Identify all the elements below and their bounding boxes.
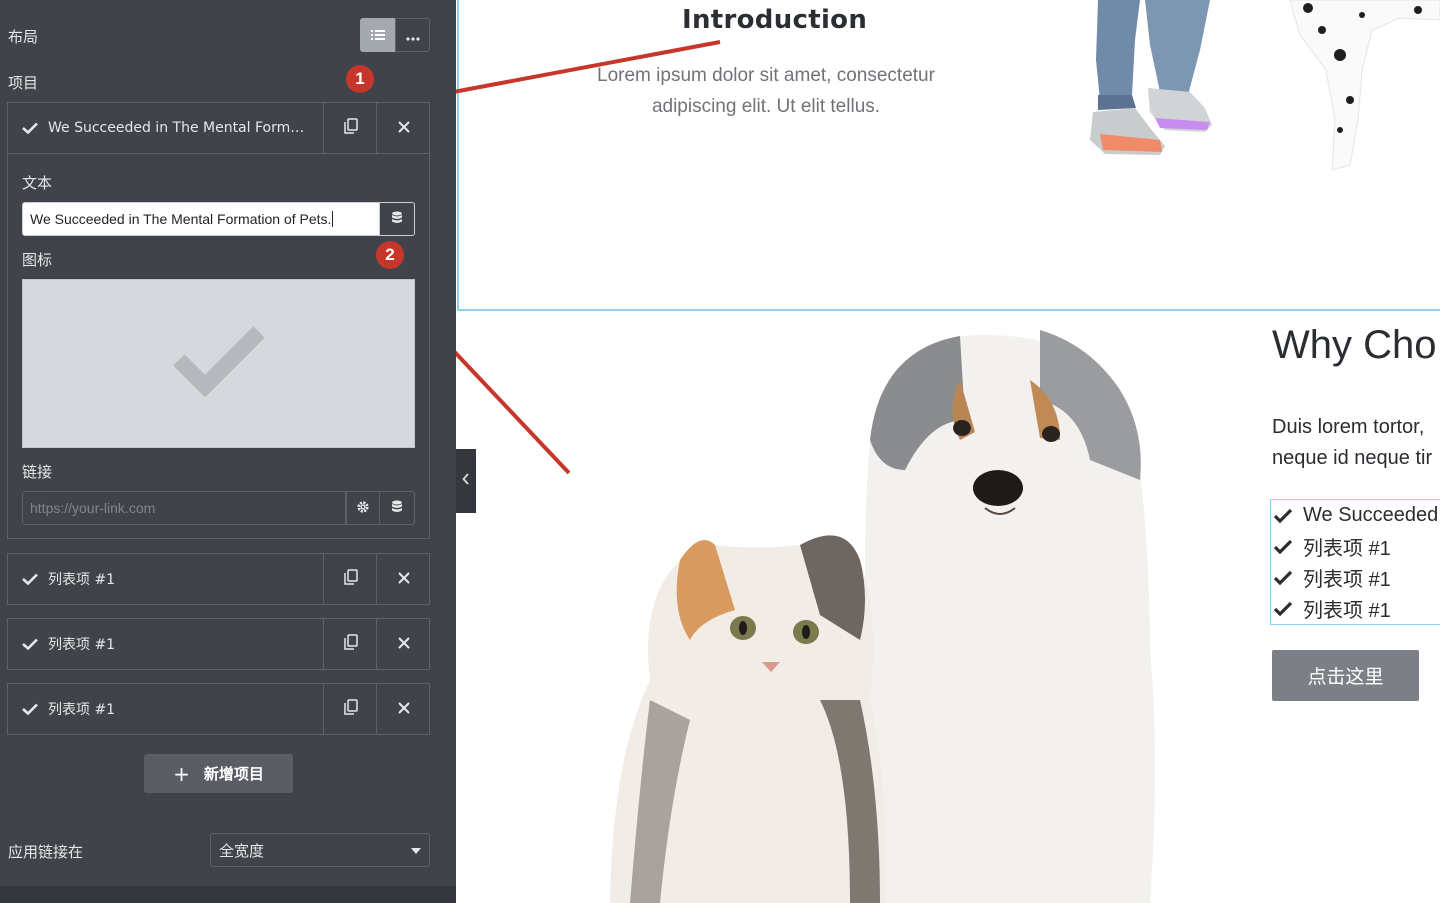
apply-link-label: 应用链接在 [8,843,84,861]
close-icon [397,635,411,654]
apply-link-select[interactable]: 全宽度 [210,833,430,867]
layout-toggle [360,18,430,52]
close-icon [397,570,411,589]
copy-icon [343,118,358,138]
remove-button[interactable] [376,619,430,669]
icon-field-label: 图标 [22,251,53,269]
link-dynamic-tags-button[interactable] [379,491,415,525]
layout-label: 布局 [8,28,39,46]
check-icon [22,122,38,134]
repeater-item-title-text: 列表项 #1 [48,702,116,718]
repeater-item-title[interactable]: We Succeeded in The Mental Formation of … [8,103,323,153]
list-item-text: We Succeeded [1303,504,1439,526]
check-icon [1273,539,1293,555]
repeater-item[interactable]: 列表项 #1 [7,553,430,605]
chevron-down-icon [411,848,421,854]
remove-button[interactable] [376,684,430,734]
duplicate-button[interactable] [323,684,377,734]
check-icon [22,573,38,585]
cta-button[interactable]: 点击这里 [1272,650,1419,701]
intro-heading[interactable]: Introduction [682,5,867,35]
apply-link-value: 全宽度 [219,841,265,860]
list-item: We Succeeded [1273,500,1438,531]
list-item-text: 列表项 #1 [1303,538,1391,560]
repeater-item-title-text: 列表项 #1 [48,572,116,588]
ellipsis-icon [405,26,420,45]
why-paragraph[interactable]: Duis lorem tortor, neque id neque tir [1272,412,1440,474]
check-icon [1273,570,1293,586]
text-caret [332,211,334,227]
list-layout-button[interactable] [360,18,395,52]
icon-list-widget[interactable]: We Succeeded 列表项 #1 列表项 #1 列表项 #1 [1270,499,1440,625]
intro-paragraph[interactable]: Lorem ipsum dolor sit amet, consectetur … [566,60,966,122]
copy-icon [343,699,358,719]
close-icon [397,700,411,719]
text-field-input[interactable]: We Succeeded in The Mental Formation of … [22,202,380,236]
icon-picker[interactable] [22,279,415,448]
link-options-button[interactable] [346,491,380,525]
duplicate-button[interactable] [323,103,377,153]
collapse-panel-toggle[interactable] [456,449,476,513]
why-paragraph-line1: Duis lorem tortor, [1272,416,1425,438]
repeater-item-title[interactable]: 列表项 #1 [8,554,323,604]
close-icon [397,119,411,138]
remove-button[interactable] [376,554,430,604]
list-item: 列表项 #1 [1273,531,1391,562]
editor-screen: Introduction Lorem ipsum dolor sit amet,… [0,0,1440,903]
repeater-item-title-text: We Succeeded in The Mental Formation of … [48,120,310,136]
duplicate-button[interactable] [323,619,377,669]
list-item-text: 列表项 #1 [1303,600,1391,622]
check-icon [1273,601,1293,617]
more-options-button[interactable] [395,18,430,52]
editor-panel: 布局 项目 We Succeeded in The Mental Formati… [0,0,456,903]
plus-icon: + [173,761,190,786]
database-icon [391,210,403,229]
why-paragraph-line2: neque id neque tir [1272,447,1433,469]
copy-icon [343,634,358,654]
list-item: 列表项 #1 [1273,593,1391,624]
dynamic-tags-button[interactable] [379,202,415,236]
items-label: 项目 [8,74,39,92]
check-icon [22,703,38,715]
why-heading[interactable]: Why Cho [1272,323,1437,368]
gear-icon [356,499,370,518]
annotation-marker-1: 1 [346,65,374,93]
text-field-label: 文本 [22,174,53,192]
chevron-left-icon [462,473,470,489]
add-item-button[interactable]: + 新增项目 [144,754,293,793]
check-icon-preview [171,325,267,402]
check-icon [22,638,38,650]
duplicate-button[interactable] [323,554,377,604]
list-item: 列表项 #1 [1273,562,1391,593]
link-input[interactable]: https://your-link.com [22,491,346,525]
list-icon [370,26,385,45]
database-icon [391,499,403,518]
copy-icon [343,569,358,589]
panel-footer [0,886,456,903]
repeater-item-title[interactable]: 列表项 #1 [8,684,323,734]
add-item-label: 新增项目 [203,765,264,783]
repeater-item[interactable]: 列表项 #1 [7,683,430,735]
list-item-text: 列表项 #1 [1303,569,1391,591]
link-field-label: 链接 [22,463,53,481]
repeater-item-title-text: 列表项 #1 [48,637,116,653]
text-field-value: We Succeeded in The Mental Formation of … [30,211,332,227]
repeater-item[interactable]: 列表项 #1 [7,618,430,670]
check-icon [1273,508,1293,524]
remove-button[interactable] [376,103,430,153]
repeater-item-title[interactable]: 列表项 #1 [8,619,323,669]
annotation-marker-2: 2 [376,241,404,269]
repeater-item-active[interactable]: We Succeeded in The Mental Formation of … [7,102,430,154]
